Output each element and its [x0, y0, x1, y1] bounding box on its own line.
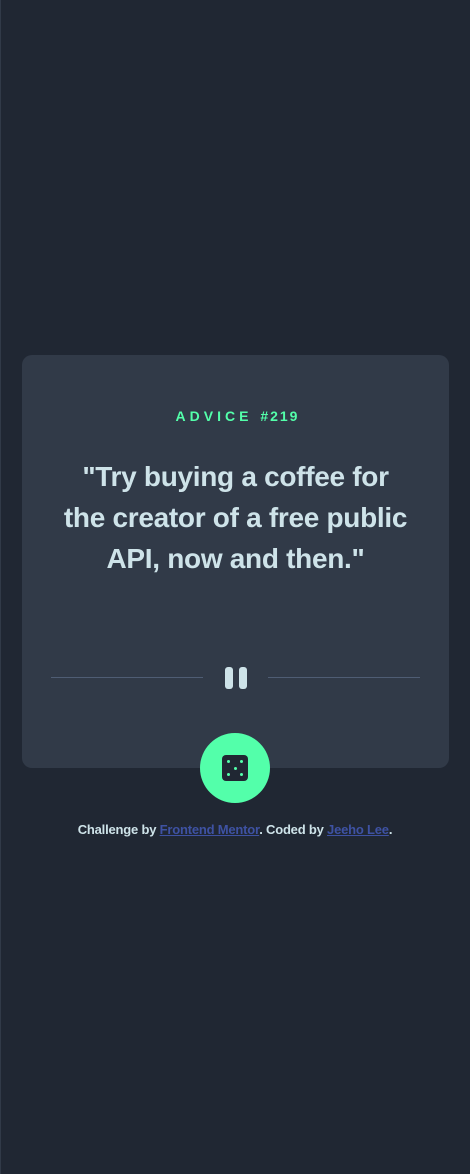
- divider-line-left: [51, 677, 203, 678]
- advice-card: ADVICE #219 "Try buying a coffee for the…: [22, 355, 449, 803]
- advice-id: ADVICE #219: [22, 408, 449, 424]
- divider-line-right: [268, 677, 420, 678]
- frontend-mentor-link[interactable]: Frontend Mentor: [160, 822, 260, 837]
- attribution-prefix: Challenge by: [77, 822, 160, 837]
- advice-quote: "Try buying a coffee for the creator of …: [63, 461, 408, 574]
- attribution-middle: . Coded by: [259, 822, 328, 837]
- page-edge: [0, 0, 1, 1174]
- new-advice-button[interactable]: [200, 733, 270, 803]
- divider: [51, 665, 420, 691]
- author-link[interactable]: Jeeho Lee: [327, 822, 389, 837]
- dice-icon: [222, 755, 248, 781]
- attribution-suffix: .: [388, 822, 393, 837]
- attribution: Challenge by Frontend Mentor. Coded by J…: [0, 822, 470, 837]
- advice-label: ADVICE: [175, 408, 253, 424]
- pause-icon: [223, 667, 249, 689]
- advice-number: #219: [260, 408, 300, 424]
